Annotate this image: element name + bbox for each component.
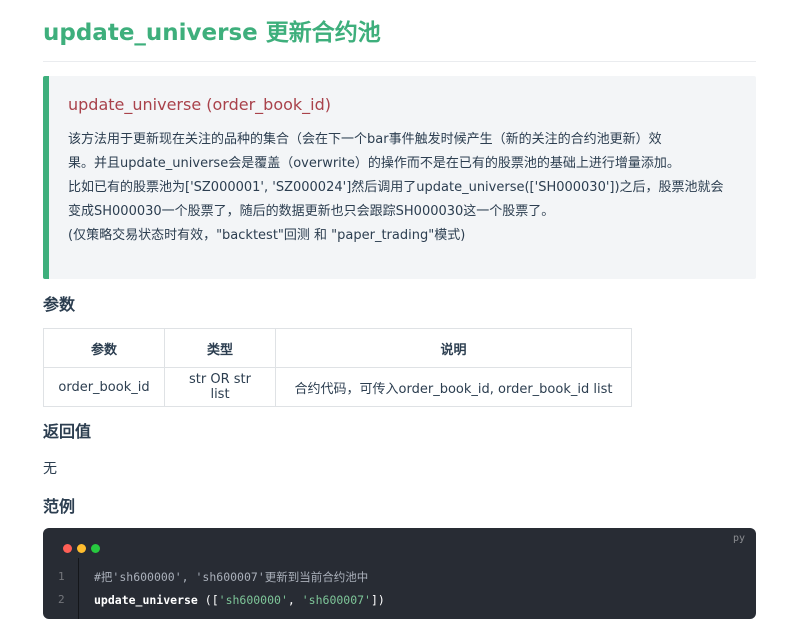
table-cell: str OR str list: [164, 367, 276, 407]
tip-title: update_universe (order_book_id): [68, 95, 332, 114]
code-punctuation: ([: [197, 593, 219, 607]
table-header-cell: 类型: [164, 328, 276, 368]
tip-line: 果。并且update_universe会是覆盖（overwrite）的操作而不是…: [68, 156, 680, 171]
code-language-label: py: [732, 533, 745, 544]
params-table: 参数 类型 说明 order_book_id str OR str list 合…: [43, 328, 632, 407]
table-cell: 合约代码，可传入order_book_id, order_book_id lis…: [275, 367, 632, 407]
return-heading: 返回值: [43, 422, 92, 441]
tip-line: 该方法用于更新现在关注的品种的集合（会在下一个bar事件触发时候产生（新的关注的…: [68, 132, 662, 147]
tip-line: (仅策略交易状态时有效，"backtest"回测 和 "paper_tradin…: [68, 228, 466, 243]
tip-description: 该方法用于更新现在关注的品种的集合（会在下一个bar事件触发时候产生（新的关注的…: [68, 128, 738, 248]
code-punctuation: ,: [287, 593, 302, 607]
line-number-gutter: 1 2: [43, 558, 79, 619]
tip-line: 变成SH000030一个股票了，随后的数据更新也只会跟踪SH000030这一个股…: [68, 204, 555, 219]
code-string: 'sh600000': [218, 593, 288, 607]
table-header-cell: 说明: [275, 328, 632, 368]
code-string: 'sh600007': [301, 593, 371, 607]
example-heading: 范例: [43, 497, 76, 516]
green-dot-icon: [91, 544, 100, 553]
line-number: 2: [58, 593, 65, 606]
code-function-name: update_universe: [94, 593, 198, 607]
code-punctuation: ]): [371, 593, 385, 607]
code-line-2: update_universe (['sh600000', 'sh600007'…: [94, 593, 385, 607]
red-dot-icon: [63, 544, 72, 553]
api-tip-box: update_universe (order_book_id) 该方法用于更新现…: [43, 76, 756, 279]
code-line-1: #把'sh600000', 'sh600007'更新到当前合约池中: [94, 570, 368, 584]
line-number: 1: [58, 570, 65, 583]
table-header-cell: 参数: [43, 328, 165, 368]
table-cell: order_book_id: [43, 367, 165, 407]
table-row: order_book_id str OR str list 合约代码，可传入or…: [43, 367, 632, 407]
params-heading: 参数: [43, 295, 76, 314]
code-block[interactable]: py 1 2 #把'sh600000', 'sh600007'更新到当前合约池中…: [43, 528, 756, 619]
yellow-dot-icon: [77, 544, 86, 553]
tip-line: 比如已有的股票池为['SZ000001', 'SZ000024']然后调用了up…: [68, 180, 724, 195]
table-header-row: 参数 类型 说明: [43, 328, 632, 368]
code-comment: #把'sh600000', 'sh600007'更新到当前合约池中: [94, 570, 369, 584]
return-value: 无: [43, 461, 57, 477]
page-title: update_universe 更新合约池: [43, 17, 756, 62]
window-dots: [63, 538, 105, 553]
